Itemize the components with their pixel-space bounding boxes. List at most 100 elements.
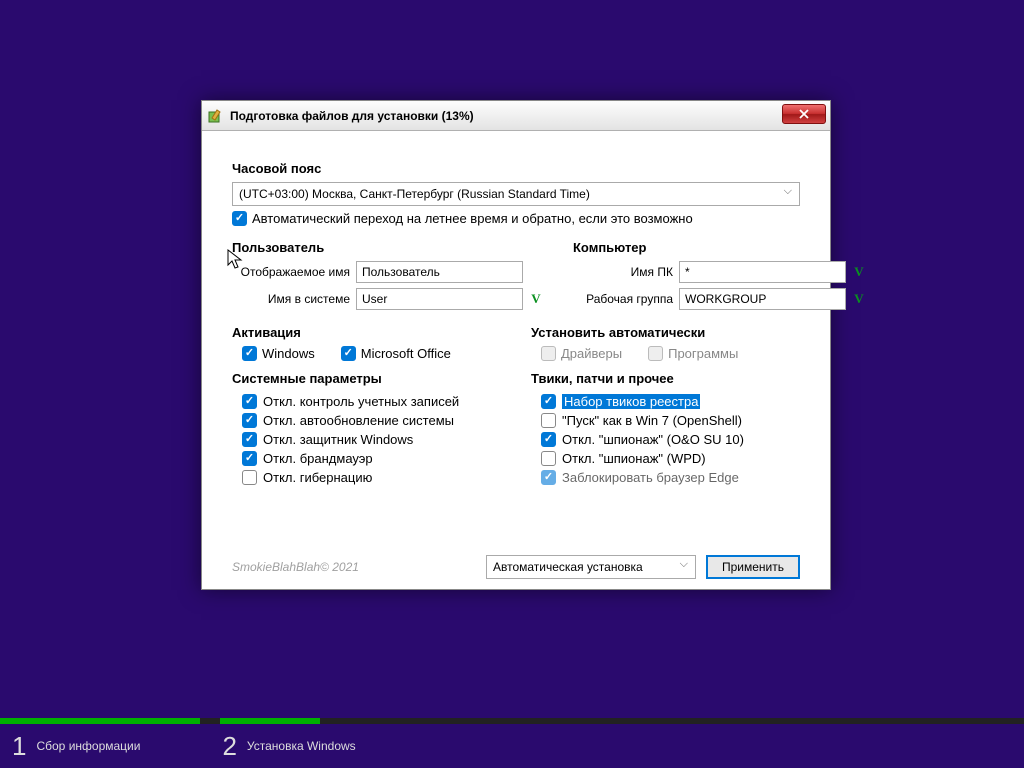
- tweaks-heading: Твики, патчи и прочее: [531, 371, 800, 386]
- autoinstall-programs-label: Программы: [668, 346, 738, 361]
- sysparam-item-row: Откл. защитник Windows: [232, 430, 501, 449]
- activation-items: Windows Microsoft Office: [242, 346, 501, 361]
- display-name-row: Отображаемое имя V: [232, 261, 543, 283]
- sysparam-item-checkbox[interactable]: [242, 413, 257, 428]
- tweak-item-row: Откл. "шпионаж" (WPD): [531, 449, 800, 468]
- pc-name-row: Имя ПК V: [573, 261, 866, 283]
- pc-name-label: Имя ПК: [573, 265, 673, 279]
- dst-label: Автоматический переход на летнее время и…: [252, 211, 693, 226]
- sysparam-item-checkbox[interactable]: [242, 394, 257, 409]
- activation-office-checkbox[interactable]: [341, 346, 356, 361]
- copyright-label: SmokieBlahBlah© 2021: [232, 560, 476, 574]
- tweak-item-label: "Пуск" как в Win 7 (OpenShell): [562, 413, 742, 428]
- tweak-item-checkbox[interactable]: [541, 413, 556, 428]
- app-icon: [208, 108, 224, 124]
- autoinstall-drivers-checkbox: [541, 346, 556, 361]
- workgroup-valid: V: [852, 291, 866, 307]
- system-name-input[interactable]: [356, 288, 523, 310]
- footer: SmokieBlahBlah© 2021 Применить: [232, 541, 800, 579]
- close-button[interactable]: [782, 104, 826, 124]
- system-name-row: Имя в системе V: [232, 288, 543, 310]
- sysparam-item-label: Откл. гибернацию: [263, 470, 372, 485]
- autoinstall-items: Драйверы Программы: [541, 346, 800, 361]
- sysparam-item-checkbox[interactable]: [242, 470, 257, 485]
- autoinstall-column: Установить автоматически Драйверы Програ…: [531, 325, 800, 361]
- step-2-label: Установка Windows: [247, 739, 356, 753]
- step-2-number: 2: [222, 731, 236, 762]
- sysparam-item-row: Откл. автообновление системы: [232, 411, 501, 430]
- sysparams-heading: Системные параметры: [232, 371, 501, 386]
- tweak-item-row: Откл. "шпионаж" (O&O SU 10): [531, 430, 800, 449]
- sysparam-item-label: Откл. автообновление системы: [263, 413, 454, 428]
- window-title: Подготовка файлов для установки (13%): [230, 109, 474, 123]
- activation-office-label: Microsoft Office: [361, 346, 451, 361]
- autoinstall-programs: Программы: [648, 346, 738, 361]
- activation-windows: Windows: [242, 346, 315, 361]
- activation-heading: Активация: [232, 325, 501, 340]
- system-name-label: Имя в системе: [232, 292, 350, 306]
- sysparam-item-checkbox[interactable]: [242, 451, 257, 466]
- step-1: 1 Сбор информации: [0, 724, 140, 768]
- user-computer-columns: Пользователь Отображаемое имя V Имя в си…: [232, 240, 800, 315]
- timezone-select[interactable]: [232, 182, 800, 206]
- tweak-item-checkbox[interactable]: [541, 470, 556, 485]
- tweaks-list: Набор твиков реестра "Пуск" как в Win 7 (…: [531, 392, 800, 487]
- tweak-item-checkbox[interactable]: [541, 394, 556, 409]
- step-1-number: 1: [12, 731, 26, 762]
- user-heading: Пользователь: [232, 240, 543, 255]
- autoinstall-drivers-label: Драйверы: [561, 346, 622, 361]
- activation-office: Microsoft Office: [341, 346, 451, 361]
- tweak-item-label: Откл. "шпионаж" (WPD): [562, 451, 706, 466]
- close-icon: [799, 109, 809, 119]
- sysparam-item-label: Откл. защитник Windows: [263, 432, 413, 447]
- autoinstall-drivers: Драйверы: [541, 346, 622, 361]
- sysparam-item-label: Откл. брандмауэр: [263, 451, 373, 466]
- mode-select-wrap: [486, 555, 696, 579]
- tweak-item-label: Откл. "шпионаж" (O&O SU 10): [562, 432, 744, 447]
- display-name-input[interactable]: [356, 261, 523, 283]
- activation-windows-label: Windows: [262, 346, 315, 361]
- timezone-select-wrap: [232, 182, 800, 206]
- sysparam-item-label: Откл. контроль учетных записей: [263, 394, 459, 409]
- titlebar: Подготовка файлов для установки (13%): [202, 101, 830, 131]
- pc-name-input[interactable]: [679, 261, 846, 283]
- window-content: Часовой пояс Автоматический переход на л…: [202, 131, 830, 589]
- tweak-item-checkbox[interactable]: [541, 451, 556, 466]
- sysparams-column: Системные параметры Откл. контроль учетн…: [232, 371, 501, 541]
- dst-row: Автоматический переход на летнее время и…: [232, 211, 800, 226]
- mode-select[interactable]: [486, 555, 696, 579]
- options-area: Системные параметры Откл. контроль учетн…: [232, 371, 800, 541]
- sysparam-item-checkbox[interactable]: [242, 432, 257, 447]
- step-2: 2 Установка Windows: [210, 724, 355, 768]
- bottom-bar: 1 Сбор информации 2 Установка Windows: [0, 718, 1024, 768]
- timezone-heading: Часовой пояс: [232, 161, 800, 176]
- sysparam-item-row: Откл. контроль учетных записей: [232, 392, 501, 411]
- apply-button[interactable]: Применить: [706, 555, 800, 579]
- computer-column: Компьютер Имя ПК V Рабочая группа V: [573, 240, 866, 315]
- autoinstall-programs-checkbox: [648, 346, 663, 361]
- workgroup-row: Рабочая группа V: [573, 288, 866, 310]
- workgroup-label: Рабочая группа: [573, 292, 673, 306]
- pc-name-valid: V: [852, 264, 866, 280]
- tweak-item-row: Заблокировать браузер Edge: [531, 468, 800, 487]
- sysparam-item-row: Откл. брандмауэр: [232, 449, 501, 468]
- sysparams-list: Откл. контроль учетных записей Откл. авто…: [232, 392, 501, 487]
- dst-checkbox[interactable]: [232, 211, 247, 226]
- tweaks-column: Твики, патчи и прочее Набор твиков реест…: [531, 371, 800, 541]
- sysparam-item-row: Откл. гибернацию: [232, 468, 501, 487]
- tweak-item-label: Набор твиков реестра: [562, 394, 700, 409]
- computer-heading: Компьютер: [573, 240, 866, 255]
- activation-column: Активация Windows Microsoft Office: [232, 325, 501, 361]
- activation-windows-checkbox[interactable]: [242, 346, 257, 361]
- installer-window: Подготовка файлов для установки (13%) Ча…: [201, 100, 831, 590]
- user-column: Пользователь Отображаемое имя V Имя в си…: [232, 240, 543, 315]
- steps: 1 Сбор информации 2 Установка Windows: [0, 724, 1024, 768]
- tweak-item-label: Заблокировать браузер Edge: [562, 470, 739, 485]
- workgroup-input[interactable]: [679, 288, 846, 310]
- tweak-item-checkbox[interactable]: [541, 432, 556, 447]
- activation-autoinstall-columns: Активация Windows Microsoft Office Устан…: [232, 325, 800, 361]
- system-name-valid: V: [529, 291, 543, 307]
- tweak-item-row: Набор твиков реестра: [531, 392, 800, 411]
- step-1-label: Сбор информации: [36, 739, 140, 753]
- cursor-icon: [227, 249, 243, 271]
